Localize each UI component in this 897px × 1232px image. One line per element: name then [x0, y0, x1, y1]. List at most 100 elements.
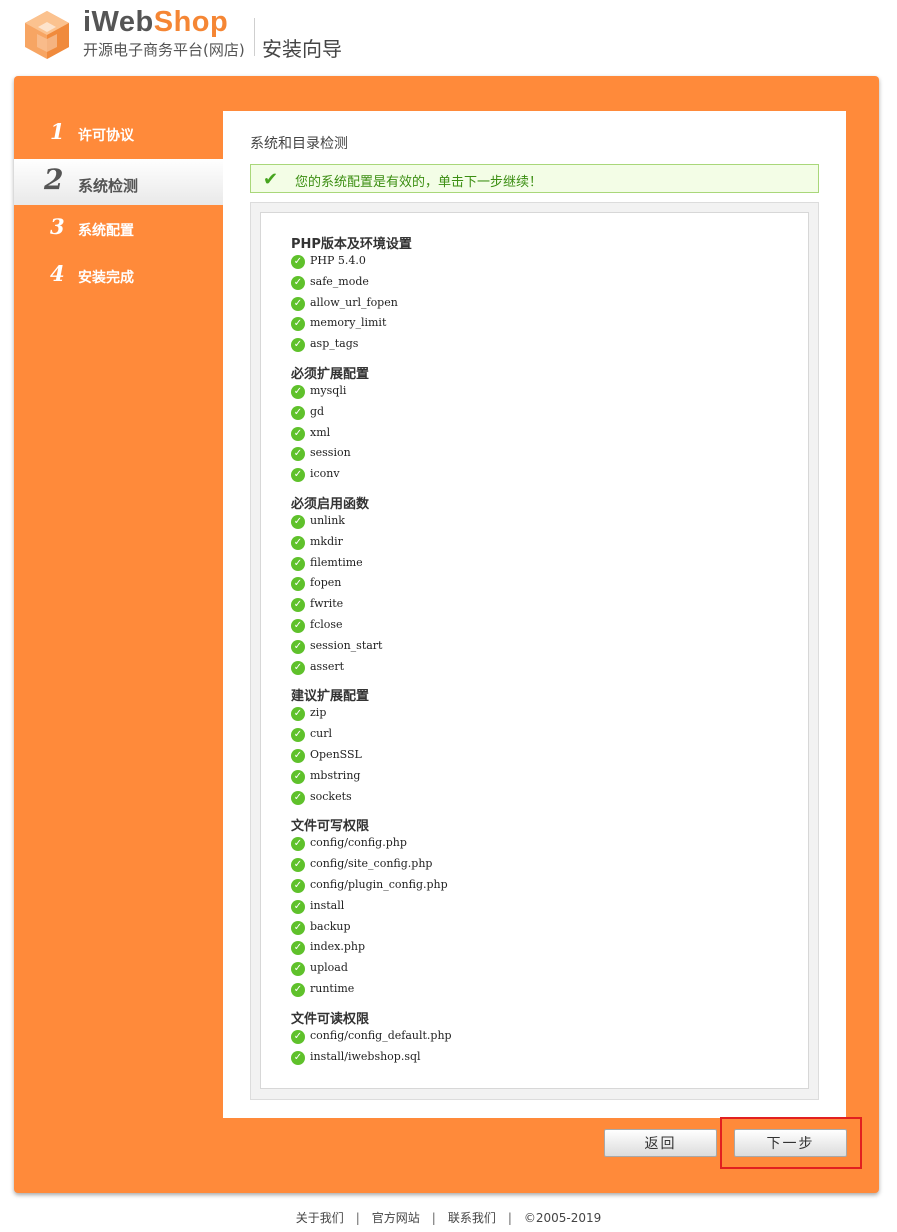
footer-separator: |	[431, 1211, 436, 1225]
check-group-title: PHP版本及环境设置	[291, 237, 412, 252]
check-item-label: session	[310, 446, 351, 460]
checkmark-icon: ✔	[263, 169, 279, 190]
pass-check-icon: ✓	[291, 837, 305, 852]
footer: 关于我们 | 官方网站 | 联系我们 | ©2005-2019	[0, 1209, 897, 1226]
step-number: 4	[50, 261, 65, 286]
check-item-label: upload	[310, 961, 348, 975]
footer-link-about[interactable]: 关于我们	[296, 1209, 344, 1226]
check-item-label: install/iwebshop.sql	[310, 1049, 421, 1063]
step-item-4: 4 安装完成	[14, 253, 223, 299]
check-group-title: 必须启用函数	[291, 497, 370, 512]
check-item-label: sockets	[310, 789, 352, 803]
check-item-label: config/config.php	[310, 836, 407, 850]
step-item-1: 1 许可协议	[14, 111, 223, 157]
check-item-label: asp_tags	[310, 337, 359, 351]
notice-text: 您的系统配置是有效的，单击下一步继续！	[295, 175, 543, 190]
footer-copyright: ©2005-2019	[523, 1211, 602, 1225]
pass-check-icon: ✓	[291, 296, 305, 311]
pass-check-icon: ✓	[291, 556, 305, 571]
pass-check-icon: ✓	[291, 598, 305, 613]
pass-check-icon: ✓	[291, 790, 305, 805]
check-item-label: safe_mode	[310, 274, 369, 288]
pass-check-icon: ✓	[291, 983, 305, 997]
brand-slogan: 开源电子商务平台(网店)	[83, 41, 245, 59]
pass-check-icon: ✓	[291, 338, 305, 353]
pass-check-icon: ✓	[291, 707, 305, 722]
pass-check-icon: ✓	[291, 920, 305, 935]
step-number: 3	[50, 214, 65, 239]
pass-check-icon: ✓	[291, 639, 305, 654]
pass-check-icon: ✓	[291, 660, 305, 675]
check-item-label: xml	[310, 425, 331, 439]
check-item-label: install	[310, 898, 345, 912]
check-item-label: allow_url_fopen	[310, 295, 398, 309]
back-button[interactable]: 返回	[604, 1129, 717, 1157]
check-item-label: PHP 5.4.0	[310, 254, 366, 267]
pass-check-icon: ✓	[291, 515, 305, 529]
pass-check-icon: ✓	[291, 879, 305, 893]
pass-check-icon: ✓	[291, 405, 305, 420]
check-item-label: session_start	[310, 638, 383, 652]
logo-cube-icon	[25, 11, 69, 59]
next-button-highlight	[720, 1117, 862, 1169]
check-item-label: config/site_config.php	[310, 857, 433, 871]
footer-link-official[interactable]: 官方网站	[372, 1209, 420, 1226]
check-item-label: memory_limit	[310, 316, 387, 330]
wizard-title: 安装向导	[262, 37, 342, 61]
check-item-label: fopen	[310, 576, 342, 590]
check-item-label: fwrite	[310, 597, 344, 611]
pass-check-icon: ✓	[291, 858, 305, 873]
step-label: 系统检测	[78, 177, 139, 195]
check-item-label: fclose	[310, 618, 343, 631]
brand-logo-text: iWebShop	[83, 6, 229, 38]
success-notice: ✔ 您的系统配置是有效的，单击下一步继续！	[250, 164, 819, 193]
header: iWebShop 开源电子商务平台(网店) 安装向导	[0, 0, 897, 76]
section-title: 系统和目录检测	[250, 136, 348, 152]
check-item-label: assert	[310, 659, 345, 673]
pass-check-icon: ✓	[291, 535, 305, 550]
check-item-label: unlink	[310, 514, 345, 527]
check-list-frame[interactable]: PHP版本及环境设置 ✓ PHP 5.4.0 ✓ safe_mode ✓ allow_url…	[250, 202, 819, 1100]
pass-check-icon: ✓	[291, 275, 305, 290]
check-item-label: filemtime	[310, 555, 363, 569]
check-item-label: backup	[310, 919, 351, 933]
pass-check-icon: ✓	[291, 899, 305, 914]
pass-check-icon: ✓	[291, 749, 305, 763]
step-number: 1	[50, 119, 65, 144]
check-list: PHP版本及环境设置 ✓ PHP 5.4.0 ✓ safe_mode ✓ allow_url…	[260, 212, 809, 1089]
installer-panel: 1 许可协议 2 系统检测 3 系统配置 4 安装完成 系统和目录检测 ✔ 您的系统配置是有效…	[14, 76, 879, 1193]
content-area: 系统和目录检测 ✔ 您的系统配置是有效的，单击下一步继续！ PHP版本及环境设置…	[223, 111, 846, 1118]
footer-separator: |	[355, 1211, 360, 1225]
step-label: 安装完成	[78, 270, 134, 286]
pass-check-icon: ✓	[291, 468, 305, 483]
check-group-title: 文件可读权限	[291, 1011, 370, 1027]
check-item-label: iconv	[310, 467, 340, 481]
check-item-label: gd	[310, 404, 325, 418]
check-item-label: runtime	[310, 982, 355, 995]
check-group-title: 建议扩展配置	[291, 689, 370, 705]
check-item-label: mkdir	[310, 534, 343, 548]
pass-check-icon: ✓	[291, 941, 305, 956]
check-group-title: 文件可写权限	[291, 819, 370, 835]
header-divider	[254, 18, 255, 56]
pass-check-icon: ✓	[291, 577, 305, 592]
check-item-label: zip	[310, 706, 327, 720]
step-item-3: 3 系统配置	[14, 206, 223, 252]
pass-check-icon: ✓	[291, 317, 305, 332]
pass-check-icon: ✓	[291, 426, 305, 441]
pass-check-icon: ✓	[291, 619, 305, 633]
step-label: 许可协议	[78, 128, 134, 144]
footer-separator: |	[507, 1211, 512, 1225]
pass-check-icon: ✓	[291, 255, 305, 269]
step-label: 系统配置	[78, 223, 134, 239]
pass-check-icon: ✓	[291, 385, 305, 399]
check-item-label: mysqli	[310, 384, 347, 397]
pass-check-icon: ✓	[291, 447, 305, 462]
check-group-title: 必须扩展配置	[291, 367, 370, 382]
check-item-label: config/config_default.php	[310, 1028, 452, 1042]
pass-check-icon: ✓	[291, 962, 305, 977]
check-item-label: OpenSSL	[310, 748, 362, 761]
step-number: 2	[44, 163, 64, 196]
pass-check-icon: ✓	[291, 769, 305, 784]
footer-link-contact[interactable]: 联系我们	[448, 1209, 496, 1226]
